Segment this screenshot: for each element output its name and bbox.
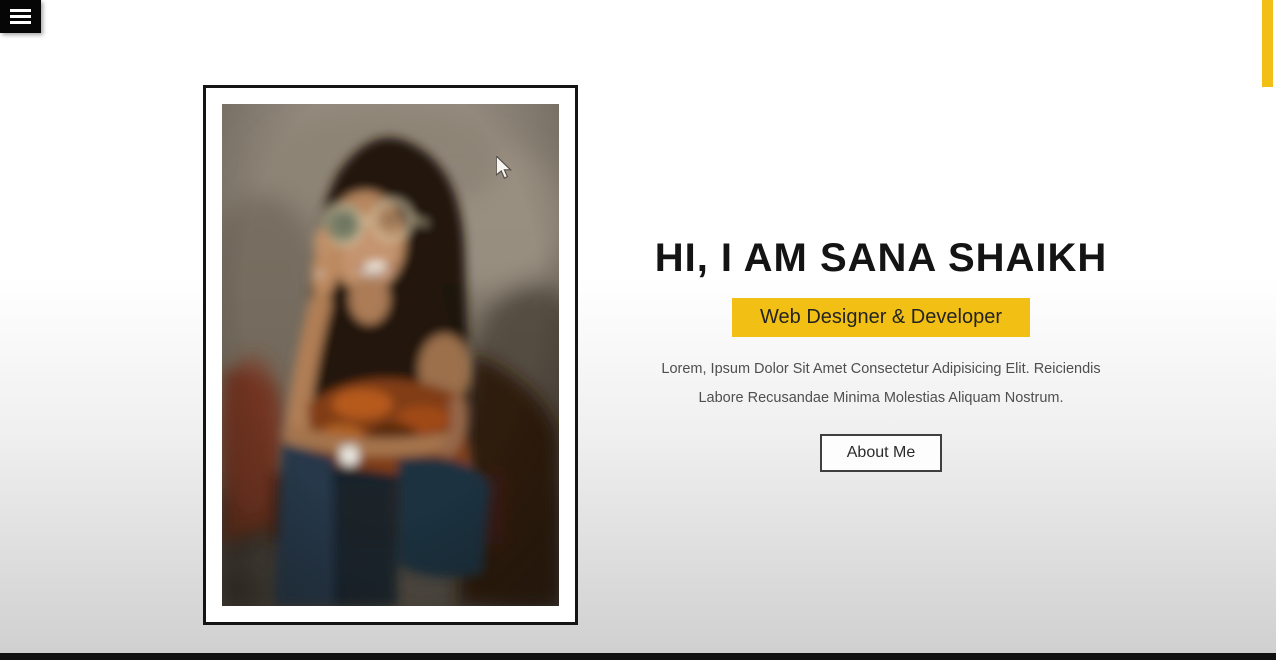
hero-description-line2: Labore Recusandae Minima Molestias Aliqu… — [698, 390, 1064, 406]
scrollbar-track[interactable] — [1262, 0, 1276, 653]
arrow-cursor-icon — [496, 156, 512, 179]
hero-section: HI, I AM SANA SHAIKH Web Designer & Deve… — [631, 236, 1131, 472]
bottom-letterbox-bar — [0, 653, 1276, 660]
hamburger-menu-button[interactable] — [0, 0, 41, 33]
hero-heading: HI, I AM SANA SHAIKH — [654, 236, 1108, 280]
scrollbar-thumb[interactable] — [1262, 0, 1273, 87]
page: HI, I AM SANA SHAIKH Web Designer & Deve… — [0, 0, 1276, 660]
role-badge: Web Designer & Developer — [732, 298, 1030, 337]
portrait-photo-frame — [203, 85, 578, 625]
hero-description: Lorem, Ipsum Dolor Sit Amet Consectetur … — [661, 355, 1100, 413]
about-me-button[interactable]: About Me — [819, 434, 943, 472]
hero-description-line1: Lorem, Ipsum Dolor Sit Amet Consectetur … — [661, 361, 1101, 377]
